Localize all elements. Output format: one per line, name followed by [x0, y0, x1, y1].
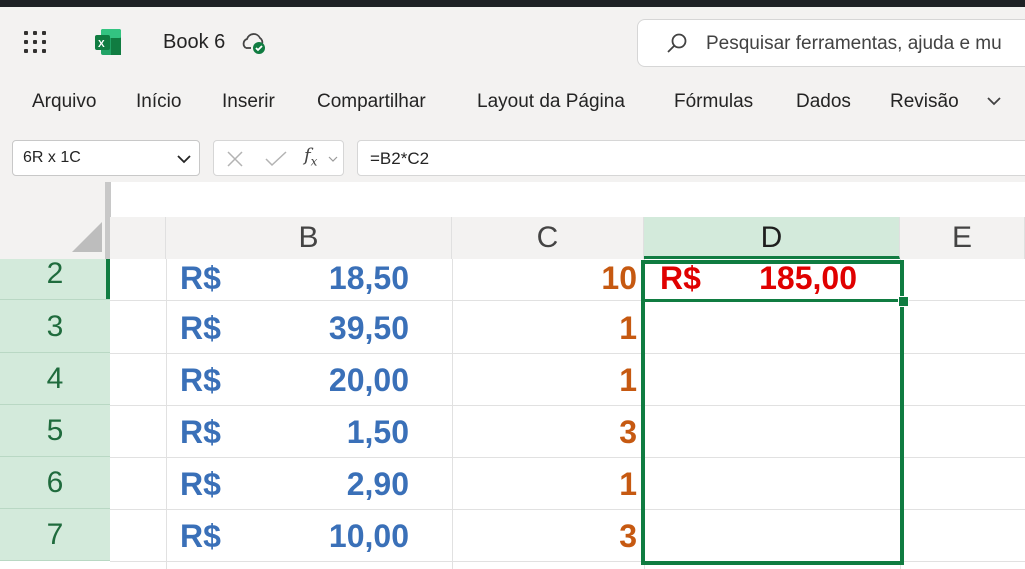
selection-range[interactable] — [641, 260, 904, 565]
cancel-icon[interactable] — [226, 150, 244, 168]
column-header-e[interactable]: E — [900, 217, 1025, 259]
search-icon — [667, 33, 687, 53]
ribbon-tabs: Arquivo Início Inserir Compartilhar Layo… — [0, 85, 1025, 121]
insert-function-button[interactable]: fx — [304, 145, 317, 169]
cell-b2-value[interactable]: 18,50 — [329, 260, 409, 297]
formula-controls: fx — [213, 140, 344, 176]
cell-c4[interactable]: 1 — [619, 362, 637, 399]
formula-input[interactable]: =B2*C2 — [357, 140, 1025, 176]
row-header-2[interactable]: 2 — [0, 259, 110, 300]
row-header-4[interactable]: 4 — [0, 353, 110, 405]
tab-dados[interactable]: Dados — [796, 91, 851, 113]
tab-formulas[interactable]: Fórmulas — [674, 91, 753, 113]
cell-b4-currency[interactable]: R$ — [180, 362, 221, 399]
cell-b7-value[interactable]: 10,00 — [329, 518, 409, 555]
cell-c2[interactable]: 10 — [601, 260, 637, 297]
svg-text:X: X — [98, 39, 105, 50]
excel-window: X Book 6 Pesquisar ferramentas, ajuda e … — [0, 7, 1025, 569]
cell-c7[interactable]: 3 — [619, 518, 637, 555]
select-all-corner[interactable] — [0, 182, 110, 259]
excel-logo-icon[interactable]: X — [93, 27, 123, 57]
app-launcher-icon[interactable] — [22, 29, 48, 55]
tab-inicio[interactable]: Início — [136, 91, 181, 113]
cell-b5-currency[interactable]: R$ — [180, 414, 221, 451]
workbook-title[interactable]: Book 6 — [163, 31, 225, 54]
row-header-5[interactable]: 5 — [0, 405, 110, 457]
cell-b7-currency[interactable]: R$ — [180, 518, 221, 555]
cell-c5[interactable]: 3 — [619, 414, 637, 451]
chevron-down-icon[interactable] — [328, 155, 338, 163]
search-placeholder: Pesquisar ferramentas, ajuda e mu — [706, 33, 1002, 54]
select-all-icon[interactable] — [72, 222, 102, 252]
active-cell-border — [641, 299, 904, 302]
cell-b3-currency[interactable]: R$ — [180, 310, 221, 347]
cell-b6-value[interactable]: 2,90 — [347, 466, 409, 503]
column-header-b[interactable]: B — [166, 217, 452, 259]
cell-c3[interactable]: 1 — [619, 310, 637, 347]
chevron-down-icon[interactable] — [177, 153, 191, 165]
row-header-7[interactable]: 7 — [0, 509, 110, 561]
formula-text: =B2*C2 — [370, 149, 430, 168]
row-header-3[interactable]: 3 — [0, 300, 110, 353]
spreadsheet-grid[interactable]: B C D E 2 3 4 5 6 7 R$ 18,50 10 R$ 185,0… — [0, 182, 1025, 569]
cell-b5-value[interactable]: 1,50 — [347, 414, 409, 451]
cell-b4-value[interactable]: 20,00 — [329, 362, 409, 399]
tab-compartilhar[interactable]: Compartilhar — [317, 91, 426, 113]
tab-arquivo[interactable]: Arquivo — [32, 91, 96, 113]
cloud-saved-icon[interactable] — [240, 31, 270, 55]
name-box-value: 6R x 1C — [23, 149, 81, 166]
column-header-d[interactable]: D — [644, 217, 900, 259]
tab-inserir[interactable]: Inserir — [222, 91, 275, 113]
checkmark-icon[interactable] — [264, 150, 288, 168]
cell-c6[interactable]: 1 — [619, 466, 637, 503]
name-box[interactable]: 6R x 1C — [12, 140, 200, 176]
cell-b3-value[interactable]: 39,50 — [329, 310, 409, 347]
tab-revisao[interactable]: Revisão — [890, 91, 959, 113]
column-header-a[interactable] — [110, 217, 166, 259]
fill-handle[interactable] — [898, 296, 909, 307]
title-bar: X Book 6 Pesquisar ferramentas, ajuda e … — [0, 7, 1025, 77]
chevron-down-icon[interactable] — [986, 93, 1002, 109]
search-box[interactable]: Pesquisar ferramentas, ajuda e mu — [637, 19, 1025, 67]
column-header-c[interactable]: C — [452, 217, 644, 259]
cell-b6-currency[interactable]: R$ — [180, 466, 221, 503]
row-header-6[interactable]: 6 — [0, 457, 110, 509]
cell-b2-currency[interactable]: R$ — [180, 260, 221, 297]
tab-layout-da-pagina[interactable]: Layout da Página — [477, 91, 625, 113]
